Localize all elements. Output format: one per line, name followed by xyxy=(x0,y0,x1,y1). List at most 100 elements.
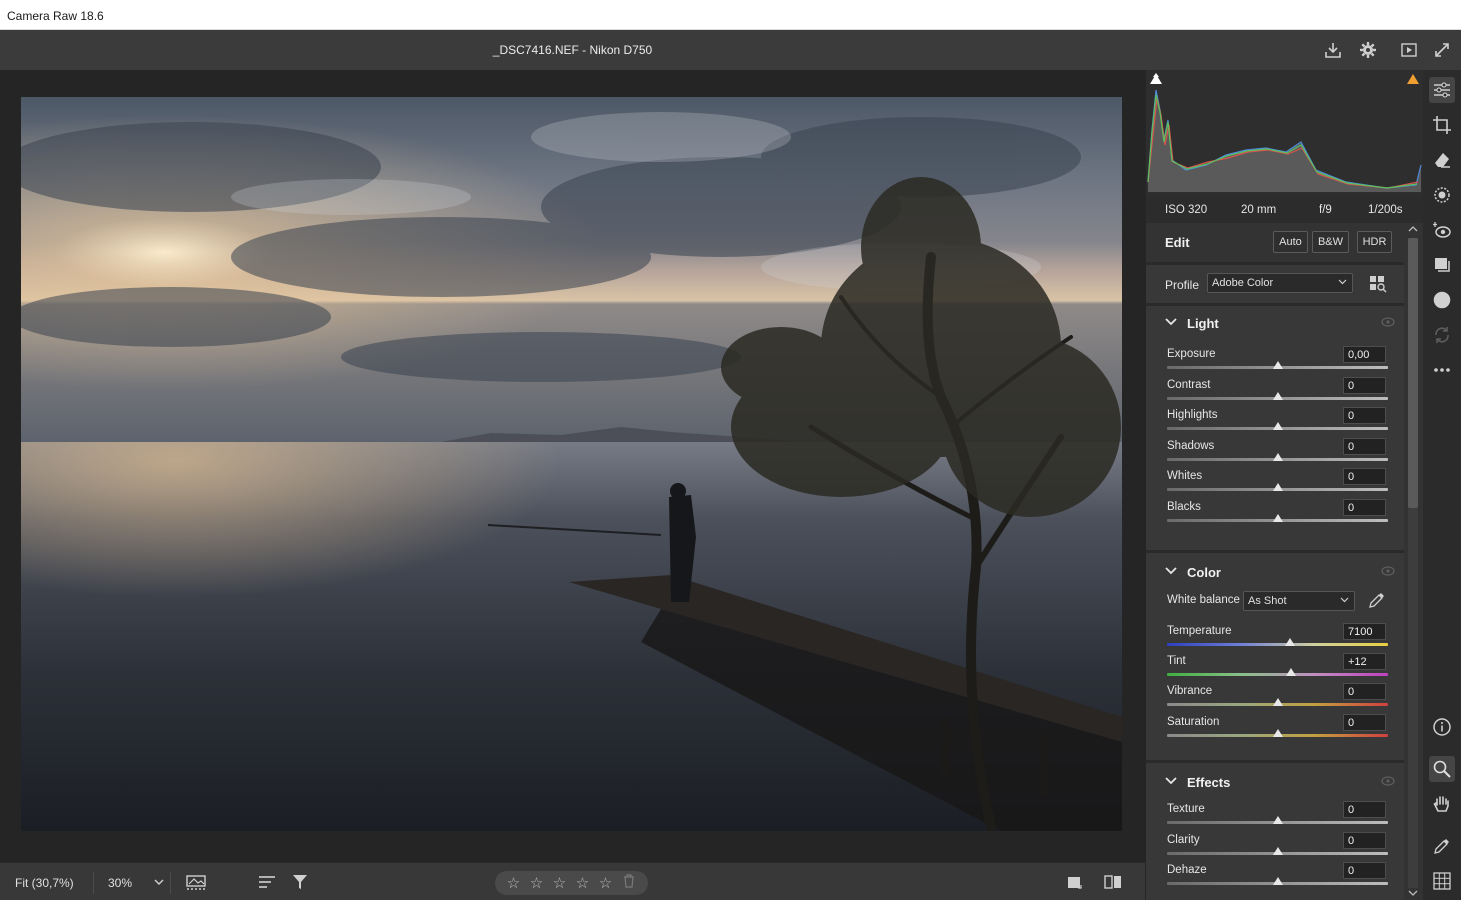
slider-label: Highlights xyxy=(1167,409,1218,422)
info-icon[interactable] xyxy=(1429,714,1455,740)
star-icon[interactable]: ☆ xyxy=(574,874,591,892)
slider-track[interactable] xyxy=(1167,673,1388,677)
filmstrip-icon[interactable] xyxy=(185,871,209,893)
effects-header[interactable]: Effects xyxy=(1146,765,1404,797)
slider-value-input[interactable]: 0 xyxy=(1343,862,1386,879)
slider-highlights[interactable]: Highlights 0 xyxy=(1146,407,1404,437)
sort-icon[interactable] xyxy=(255,871,279,893)
slider-contrast[interactable]: Contrast 0 xyxy=(1146,376,1404,407)
histogram xyxy=(1146,70,1424,197)
slider-vibrance[interactable]: Vibrance 0 xyxy=(1146,683,1404,713)
color-header[interactable]: Color xyxy=(1146,555,1404,587)
slider-value-input[interactable]: 7100 xyxy=(1343,623,1386,640)
slider-handle[interactable] xyxy=(1272,698,1283,707)
photo-preview[interactable] xyxy=(21,97,1122,831)
slider-handle[interactable] xyxy=(1272,846,1283,855)
slider-handle[interactable] xyxy=(1272,816,1283,824)
eraser-icon[interactable] xyxy=(1429,147,1455,173)
profile-select[interactable]: Adobe Color xyxy=(1207,273,1353,293)
single-view-icon[interactable] xyxy=(1062,871,1086,893)
slider-handle[interactable] xyxy=(1272,728,1283,737)
trash-icon[interactable] xyxy=(620,874,637,892)
star-rating[interactable]: ☆ ☆ ☆ ☆ ☆ xyxy=(495,871,648,895)
slider-handle[interactable] xyxy=(1272,514,1283,522)
eye-icon[interactable] xyxy=(1381,776,1395,786)
aperture: f/9 xyxy=(1319,204,1332,216)
slider-value-input[interactable]: 0 xyxy=(1343,499,1386,516)
slider-handle[interactable] xyxy=(1272,422,1283,431)
slider-handle[interactable] xyxy=(1272,361,1283,369)
slider-value-input[interactable]: 0 xyxy=(1343,468,1386,486)
image-viewer[interactable] xyxy=(0,70,1145,862)
slider-value-input[interactable]: 0 xyxy=(1343,801,1386,818)
eyedropper-icon[interactable] xyxy=(1368,591,1386,609)
slider-value-input[interactable]: +12 xyxy=(1343,653,1386,671)
slider-handle[interactable] xyxy=(1272,483,1283,492)
chevron-down-icon xyxy=(1165,318,1177,326)
slider-handle[interactable] xyxy=(1272,877,1283,885)
edit-sliders-icon[interactable] xyxy=(1429,77,1455,103)
slider-handle[interactable] xyxy=(1272,391,1283,400)
slider-exposure[interactable]: Exposure 0,00 xyxy=(1146,346,1404,376)
eye-icon[interactable] xyxy=(1381,566,1395,576)
auto-button[interactable]: Auto xyxy=(1273,231,1308,253)
eye-icon[interactable] xyxy=(1381,317,1395,327)
more-icon[interactable] xyxy=(1429,357,1455,383)
slider-texture[interactable]: Texture 0 xyxy=(1146,801,1404,831)
slider-value-input[interactable]: 0 xyxy=(1343,831,1386,849)
star-icon[interactable]: ☆ xyxy=(528,874,545,892)
slider-clarity[interactable]: Clarity 0 xyxy=(1146,831,1404,862)
grid-icon[interactable] xyxy=(1429,868,1455,894)
before-after-icon[interactable] xyxy=(1101,871,1125,893)
slider-value-input[interactable]: 0 xyxy=(1343,713,1386,731)
crop-icon[interactable] xyxy=(1429,112,1455,138)
zoom-icon[interactable] xyxy=(1429,756,1455,782)
slider-value-input[interactable]: 0,00 xyxy=(1343,346,1386,363)
slider-track[interactable] xyxy=(1167,643,1388,646)
slider-blacks[interactable]: Blacks 0 xyxy=(1146,499,1404,529)
save-icon[interactable] xyxy=(1321,38,1345,62)
file-name: _DSC7416.NEF - Nikon D750 xyxy=(492,43,653,57)
snapshots-icon[interactable] xyxy=(1429,252,1455,278)
hdr-button[interactable]: HDR xyxy=(1357,231,1392,253)
star-icon[interactable]: ☆ xyxy=(597,874,614,892)
sync-icon[interactable] xyxy=(1429,322,1455,348)
light-header[interactable]: Light xyxy=(1146,306,1404,338)
gear-icon[interactable] xyxy=(1356,38,1380,62)
slider-dehaze[interactable]: Dehaze 0 xyxy=(1146,862,1404,892)
star-icon[interactable]: ☆ xyxy=(551,874,568,892)
scroll-thumb[interactable] xyxy=(1408,238,1418,508)
hand-icon[interactable] xyxy=(1429,791,1455,817)
slider-value-input[interactable]: 0 xyxy=(1343,376,1386,394)
slider-saturation[interactable]: Saturation 0 xyxy=(1146,713,1404,744)
shadow-clipping-icon[interactable] xyxy=(1149,72,1163,84)
white-balance-select[interactable]: As Shot xyxy=(1243,591,1355,611)
scroll-down-icon[interactable] xyxy=(1408,889,1418,897)
masking-icon[interactable] xyxy=(1429,182,1455,208)
slider-handle[interactable] xyxy=(1285,668,1296,677)
expand-icon[interactable] xyxy=(1430,38,1454,62)
slider-handle[interactable] xyxy=(1272,452,1283,461)
fullscreen-preview-icon[interactable] xyxy=(1397,38,1421,62)
zoom-dropdown-chevron-icon[interactable] xyxy=(147,871,171,893)
zoom-level[interactable]: 30% xyxy=(108,876,132,890)
filter-icon[interactable] xyxy=(289,871,313,893)
highlight-clipping-icon[interactable] xyxy=(1406,72,1420,84)
slider-tint[interactable]: Tint +12 xyxy=(1146,653,1404,683)
profile-browser-icon[interactable] xyxy=(1369,275,1387,293)
slider-value-input[interactable]: 0 xyxy=(1343,437,1386,455)
bw-button[interactable]: B&W xyxy=(1312,231,1349,253)
panel-scrollbar[interactable] xyxy=(1404,223,1422,900)
star-icon[interactable]: ☆ xyxy=(505,874,522,892)
slider-whites[interactable]: Whites 0 xyxy=(1146,468,1404,498)
scroll-up-icon[interactable] xyxy=(1408,225,1418,233)
red-eye-icon[interactable] xyxy=(1429,217,1455,243)
slider-value-input[interactable]: 0 xyxy=(1343,683,1386,701)
presets-icon[interactable] xyxy=(1429,287,1455,313)
zoom-fit-label[interactable]: Fit (30,7%) xyxy=(15,876,74,890)
slider-temperature[interactable]: Temperature 7100 xyxy=(1146,623,1404,653)
slider-shadows[interactable]: Shadows 0 xyxy=(1146,437,1404,468)
slider-handle[interactable] xyxy=(1284,638,1295,646)
color-sampler-icon[interactable] xyxy=(1429,833,1455,859)
slider-value-input[interactable]: 0 xyxy=(1343,407,1386,425)
